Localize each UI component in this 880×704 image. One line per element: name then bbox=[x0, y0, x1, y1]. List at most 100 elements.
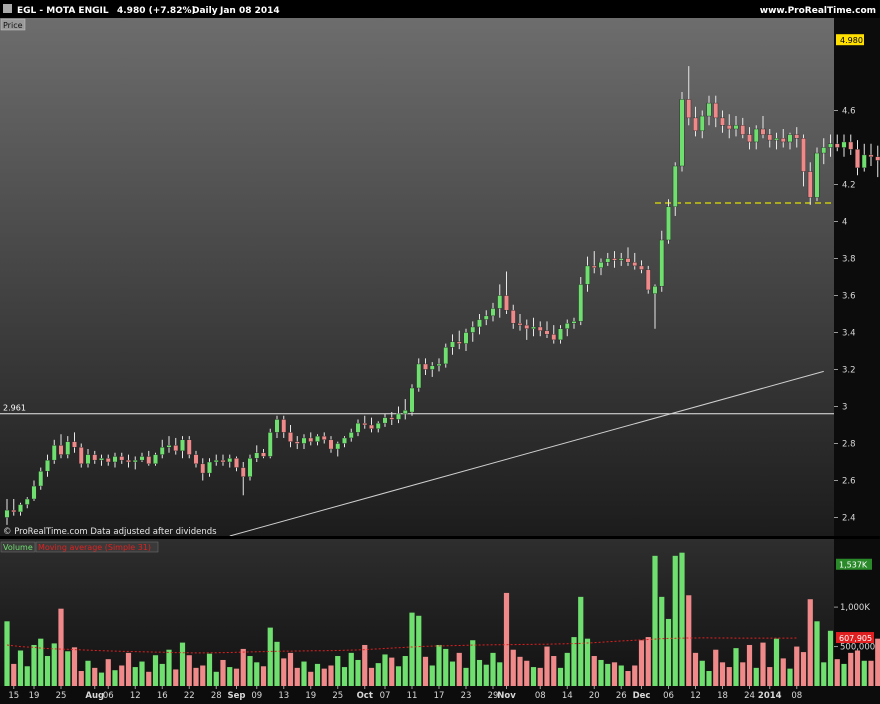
candle[interactable] bbox=[153, 452, 158, 466]
candle[interactable] bbox=[247, 454, 253, 481]
volume-bar[interactable] bbox=[706, 671, 712, 686]
volume-bar[interactable] bbox=[767, 667, 773, 686]
volume-bar[interactable] bbox=[436, 644, 442, 686]
site-link[interactable]: www.ProRealTime.com bbox=[760, 6, 876, 16]
volume-bar[interactable] bbox=[335, 656, 341, 686]
volume-bar[interactable] bbox=[267, 627, 273, 686]
volume-bar[interactable] bbox=[112, 670, 118, 686]
volume-bar[interactable] bbox=[321, 668, 327, 686]
volume-bar[interactable] bbox=[551, 656, 557, 686]
volume-bar[interactable] bbox=[139, 661, 145, 686]
volume-bar[interactable] bbox=[456, 652, 462, 686]
volume-bar[interactable] bbox=[416, 615, 422, 686]
volume-bar[interactable] bbox=[490, 652, 496, 686]
volume-bar[interactable] bbox=[328, 665, 334, 686]
volume-bar[interactable] bbox=[483, 664, 489, 686]
volume-bar[interactable] bbox=[760, 642, 766, 686]
volume-bar[interactable] bbox=[476, 659, 483, 686]
volume-bar[interactable] bbox=[605, 663, 611, 686]
volume-bar[interactable] bbox=[679, 552, 685, 686]
volume-bar[interactable] bbox=[254, 662, 260, 686]
volume-bar[interactable] bbox=[71, 647, 78, 686]
volume-bar[interactable] bbox=[821, 662, 827, 686]
volume-bar[interactable] bbox=[726, 667, 732, 686]
volume-bar[interactable] bbox=[308, 671, 314, 686]
volume-bar[interactable] bbox=[429, 665, 435, 686]
volume-bar[interactable] bbox=[686, 595, 692, 686]
volume-bar[interactable] bbox=[24, 666, 30, 686]
volume-bar[interactable] bbox=[166, 649, 172, 686]
volume-bar[interactable] bbox=[375, 663, 381, 686]
volume-bar[interactable] bbox=[362, 644, 368, 686]
volume-bar[interactable] bbox=[274, 641, 280, 686]
volume-bar[interactable] bbox=[875, 638, 880, 686]
candle[interactable] bbox=[267, 428, 273, 459]
volume-bar[interactable] bbox=[355, 659, 361, 686]
volume-bar[interactable] bbox=[753, 667, 759, 686]
volume-bar[interactable] bbox=[517, 656, 523, 686]
volume-bar[interactable] bbox=[98, 672, 105, 686]
volume-bar[interactable] bbox=[591, 656, 597, 686]
volume-bar[interactable] bbox=[632, 665, 638, 686]
volume-bar[interactable] bbox=[719, 662, 726, 686]
volume-bar[interactable] bbox=[193, 667, 199, 686]
volume-bar[interactable] bbox=[524, 660, 530, 686]
volume-bar[interactable] bbox=[699, 660, 705, 686]
candle[interactable] bbox=[78, 443, 84, 468]
volume-bar[interactable] bbox=[301, 661, 307, 686]
volume-bar[interactable] bbox=[341, 667, 348, 686]
volume-bar[interactable] bbox=[544, 646, 550, 686]
volume-bar[interactable] bbox=[409, 612, 415, 686]
volume-bar[interactable] bbox=[841, 663, 847, 686]
volume-bar[interactable] bbox=[652, 555, 658, 686]
volume-bar[interactable] bbox=[598, 659, 604, 686]
volume-bar[interactable] bbox=[233, 668, 240, 686]
candle[interactable] bbox=[409, 384, 415, 416]
volume-bar[interactable] bbox=[227, 667, 233, 686]
volume-bar[interactable] bbox=[159, 663, 165, 686]
candle[interactable] bbox=[443, 343, 449, 368]
volume-bar[interactable] bbox=[659, 596, 665, 686]
volume-bar[interactable] bbox=[780, 658, 786, 686]
volume-bar[interactable] bbox=[206, 653, 213, 686]
volume-bar[interactable] bbox=[557, 667, 564, 686]
volume-bar[interactable] bbox=[787, 668, 793, 686]
volume-bar[interactable] bbox=[389, 657, 395, 686]
volume-bar[interactable] bbox=[395, 666, 402, 686]
candle[interactable] bbox=[659, 230, 665, 292]
volume-bar[interactable] bbox=[618, 665, 624, 686]
volume-bar[interactable] bbox=[800, 652, 807, 686]
candle[interactable] bbox=[814, 147, 820, 202]
volume-bar[interactable] bbox=[868, 660, 874, 686]
volume-bar[interactable] bbox=[814, 621, 820, 686]
volume-bar[interactable] bbox=[692, 652, 699, 686]
volume-bar[interactable] bbox=[449, 661, 456, 686]
volume-bar[interactable] bbox=[382, 654, 388, 686]
volume-bar[interactable] bbox=[794, 646, 800, 686]
volume-bar[interactable] bbox=[85, 660, 91, 686]
volume-bar[interactable] bbox=[584, 638, 591, 686]
volume-bar[interactable] bbox=[294, 667, 300, 686]
volume-bar[interactable] bbox=[497, 662, 503, 686]
volume-bar[interactable] bbox=[510, 649, 516, 686]
volume-bar[interactable] bbox=[443, 648, 449, 686]
panel-separator[interactable] bbox=[0, 536, 880, 539]
volume-bar[interactable] bbox=[463, 667, 469, 686]
volume-bar[interactable] bbox=[38, 638, 44, 686]
volume-bar[interactable] bbox=[625, 671, 631, 686]
volume-bar[interactable] bbox=[848, 652, 854, 686]
candle[interactable] bbox=[578, 277, 584, 326]
volume-bar[interactable] bbox=[4, 621, 10, 686]
volume-bar[interactable] bbox=[470, 640, 476, 686]
volume-bar[interactable] bbox=[578, 596, 584, 686]
volume-bar[interactable] bbox=[854, 650, 861, 687]
volume-bar[interactable] bbox=[530, 667, 537, 686]
volume-bar[interactable] bbox=[186, 655, 192, 686]
volume-bar[interactable] bbox=[611, 662, 618, 686]
volume-bar[interactable] bbox=[713, 649, 719, 686]
volume-bar[interactable] bbox=[503, 592, 510, 686]
volume-bar[interactable] bbox=[281, 658, 287, 686]
volume-bar[interactable] bbox=[402, 656, 408, 686]
volume-bar[interactable] bbox=[348, 652, 354, 686]
volume-bar[interactable] bbox=[645, 637, 651, 686]
